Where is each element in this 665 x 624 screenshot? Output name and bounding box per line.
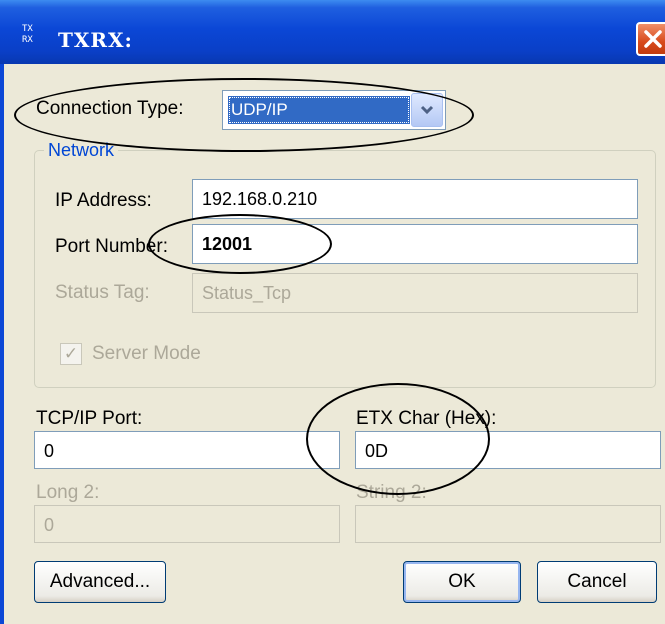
status-tag-label: Status Tag: (55, 282, 150, 303)
chevron-down-icon[interactable] (411, 93, 443, 127)
window-frame (0, 64, 4, 624)
chevron-down-glyph (420, 105, 434, 115)
ok-button[interactable]: OK (403, 561, 521, 603)
port-number-label: Port Number: (55, 236, 168, 257)
title-bar: TX RX TXRX: (0, 0, 665, 64)
window-title: TXRX: (58, 28, 133, 52)
etx-char-field[interactable]: 0D (355, 431, 661, 469)
status-tag-field[interactable]: Status_Tcp (192, 273, 638, 313)
ip-address-label: IP Address: (55, 190, 152, 211)
long-2-label: Long 2: (36, 482, 100, 503)
connection-type-label: Connection Type: (36, 98, 184, 119)
tcp-ip-port-field[interactable]: 0 (34, 431, 340, 469)
network-group-title: Network (44, 140, 119, 161)
close-icon (644, 30, 662, 48)
ip-address-field[interactable]: 192.168.0.210 (192, 179, 638, 219)
server-mode-checkbox[interactable]: ✓ (60, 343, 82, 365)
connection-type-value: UDP/IP (228, 96, 410, 124)
txrx-app-icon: TX RX (22, 24, 33, 45)
etx-char-label: ETX Char (Hex): (356, 408, 497, 429)
string-2-label: String 2: (356, 482, 427, 503)
port-number-field[interactable]: 12001 (192, 224, 638, 264)
long-2-field[interactable]: 0 (34, 505, 340, 543)
tcp-ip-port-label: TCP/IP Port: (36, 408, 143, 429)
string-2-field[interactable] (355, 505, 661, 543)
advanced-button[interactable]: Advanced... (34, 561, 166, 603)
cancel-button[interactable]: Cancel (537, 561, 657, 603)
connection-type-select[interactable]: UDP/IP (222, 90, 446, 130)
close-button[interactable] (636, 22, 665, 56)
server-mode-label: Server Mode (92, 343, 201, 364)
